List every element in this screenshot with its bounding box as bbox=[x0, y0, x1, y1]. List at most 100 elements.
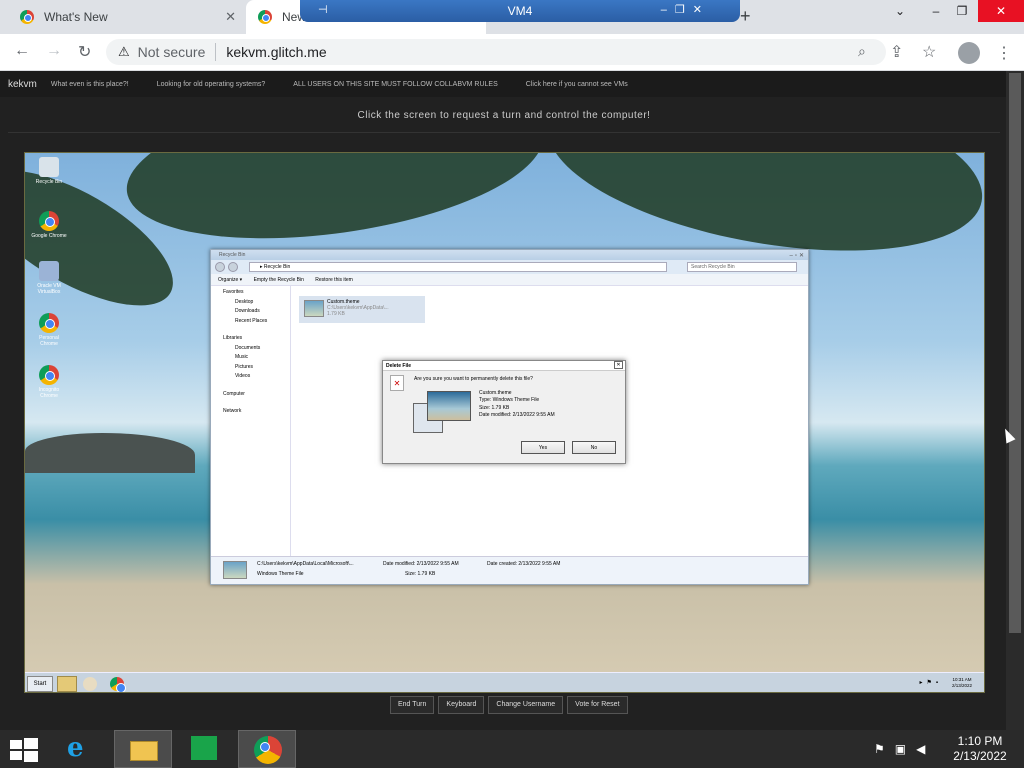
tab-label: What's New bbox=[44, 10, 108, 24]
explorer-path[interactable]: ▸ Recycle Bin bbox=[249, 262, 667, 272]
yes-button[interactable]: Yes bbox=[521, 441, 565, 454]
nav-network[interactable]: Network bbox=[223, 407, 290, 417]
browser-toolbar: ← → ↻ ⚠ Not secure kekvm.glitch.me ⌕ ⇪ ☆… bbox=[0, 34, 1024, 71]
tab-whats-new[interactable]: What's New ✕ bbox=[8, 0, 246, 34]
profile-avatar[interactable] bbox=[958, 42, 980, 64]
desktop-icon-incognito-chrome[interactable]: Incognito Chrome bbox=[31, 365, 67, 399]
site-nav: kekvm What even is this place?! Looking … bbox=[0, 71, 1006, 97]
reload-icon[interactable]: ↻ bbox=[78, 42, 91, 62]
divider bbox=[215, 43, 217, 61]
security-label[interactable]: Not secure bbox=[138, 44, 206, 60]
new-tab-button[interactable]: + bbox=[740, 6, 751, 27]
taskbar-store-button[interactable] bbox=[176, 730, 234, 768]
delete-file-dialog[interactable]: Delete File ✕ ✕ Are you sure you want to… bbox=[382, 360, 626, 464]
command-bar: Organize ▾ Empty the Recycle Bin Restore… bbox=[211, 274, 808, 286]
menu-icon[interactable]: ⋮ bbox=[996, 43, 1012, 63]
nav-recent-places[interactable]: Recent Places bbox=[223, 317, 290, 327]
desktop-icon-virtualbox[interactable]: Oracle VM VirtualBox bbox=[31, 261, 67, 295]
nav-link-rules[interactable]: ALL USERS ON THIS SITE MUST FOLLOW COLLA… bbox=[293, 81, 497, 88]
media-player-icon[interactable] bbox=[83, 677, 97, 691]
rock-island bbox=[25, 433, 195, 473]
zoom-icon[interactable]: ⌕ bbox=[858, 43, 866, 60]
host-taskbar: e ⚑▣◀ 1:10 PM 2/13/2022 bbox=[0, 730, 1024, 768]
nav-documents[interactable]: Documents bbox=[223, 344, 290, 354]
end-turn-button[interactable]: End Turn bbox=[390, 696, 435, 714]
star-icon[interactable]: ☆ bbox=[922, 42, 936, 62]
taskbar-explorer-button[interactable] bbox=[114, 730, 172, 768]
close-icon[interactable]: ✕ bbox=[614, 361, 623, 369]
url-text[interactable]: kekvm.glitch.me bbox=[226, 44, 326, 60]
share-icon[interactable]: ⇪ bbox=[890, 42, 903, 62]
detail-type: Windows Theme File bbox=[257, 571, 304, 577]
vm-window-titlebar[interactable]: ⊣ VM4 –❐✕ bbox=[300, 0, 740, 22]
change-username-button[interactable]: Change Username bbox=[488, 696, 564, 714]
nav-favorites[interactable]: Favorites bbox=[223, 288, 290, 298]
chevron-down-icon[interactable]: ⌄ bbox=[884, 0, 916, 22]
file-info: Custom.theme Type: Windows Theme File Si… bbox=[479, 390, 555, 419]
maximize-icon[interactable]: ❐ bbox=[946, 0, 978, 22]
nav-link-about[interactable]: What even is this place?! bbox=[51, 81, 129, 88]
start-button[interactable]: Start bbox=[27, 676, 53, 692]
empty-recycle-bin-button[interactable]: Empty the Recycle Bin bbox=[254, 277, 304, 283]
dialog-titlebar[interactable]: Delete File ✕ bbox=[383, 361, 625, 371]
detail-size: Size: 1.79 KB bbox=[405, 571, 436, 577]
page-scrollbar[interactable] bbox=[1006, 71, 1024, 730]
web-page: kekvm What even is this place?! Looking … bbox=[0, 71, 1006, 730]
detail-path: C:\Users\kekvm\AppData\Local\Microsoft\.… bbox=[257, 561, 354, 567]
no-button[interactable]: No bbox=[572, 441, 616, 454]
taskbar-ie-button[interactable]: e bbox=[52, 730, 110, 768]
forward-icon[interactable] bbox=[228, 262, 238, 272]
window-titlebar[interactable]: Recycle Bin –▫✕ bbox=[211, 250, 808, 260]
system-tray[interactable]: ▸⚑▪ bbox=[919, 679, 942, 686]
host-clock[interactable]: 1:10 PM 2/13/2022 bbox=[944, 734, 1016, 764]
desktop-icon-recycle-bin[interactable]: Recycle Bin bbox=[31, 157, 67, 185]
nav-music[interactable]: Music bbox=[223, 353, 290, 363]
site-brand[interactable]: kekvm bbox=[8, 79, 37, 90]
keyboard-button[interactable]: Keyboard bbox=[438, 696, 485, 714]
address-bar[interactable]: ⚠ Not secure kekvm.glitch.me ⌕ bbox=[106, 39, 886, 65]
pin-icon[interactable]: ⊣ bbox=[318, 3, 328, 16]
chrome-icon[interactable] bbox=[110, 677, 126, 692]
restore-item-button[interactable]: Restore this item bbox=[315, 277, 353, 283]
nav-videos[interactable]: Videos bbox=[223, 372, 290, 382]
nav-libraries[interactable]: Libraries bbox=[223, 334, 290, 344]
forward-icon[interactable]: → bbox=[46, 42, 62, 60]
detail-modified: Date modified: 2/13/2022 9:55 AM bbox=[383, 561, 459, 567]
guest-clock[interactable]: 10:31 AM 2/13/2022 bbox=[952, 677, 972, 689]
nav-computer[interactable]: Computer bbox=[223, 390, 290, 400]
scrollbar-thumb[interactable] bbox=[1009, 73, 1021, 633]
organize-button[interactable]: Organize ▾ bbox=[218, 277, 242, 283]
store-icon bbox=[191, 736, 217, 760]
desktop-icon-chrome[interactable]: Google Chrome bbox=[31, 211, 67, 239]
back-icon[interactable] bbox=[215, 262, 225, 272]
close-window-icon[interactable]: ✕ bbox=[978, 0, 1024, 22]
warning-icon[interactable]: ⚠ bbox=[118, 44, 130, 60]
detail-created: Date created: 2/13/2022 9:55 AM bbox=[487, 561, 561, 567]
close-icon[interactable]: ✕ bbox=[225, 9, 236, 25]
nav-desktop[interactable]: Desktop bbox=[223, 298, 290, 308]
nav-pictures[interactable]: Pictures bbox=[223, 363, 290, 373]
nav-link-old-os[interactable]: Looking for old operating systems? bbox=[157, 81, 266, 88]
dialog-question: Are you sure you want to permanently del… bbox=[414, 376, 533, 382]
nav-link-help[interactable]: Click here if you cannot see VMs bbox=[526, 81, 628, 88]
back-icon[interactable]: ← bbox=[14, 42, 30, 60]
taskbar-chrome-button[interactable] bbox=[238, 730, 296, 768]
vm-window-title: VM4 bbox=[507, 4, 533, 18]
vote-reset-button[interactable]: Vote for Reset bbox=[567, 696, 628, 714]
explorer-search-input[interactable]: Search Recycle Bin bbox=[687, 262, 797, 272]
folder-icon[interactable] bbox=[57, 676, 77, 692]
vm-screen[interactable]: Recycle Bin Google Chrome Oracle VM Virt… bbox=[24, 152, 985, 693]
palm-fronds bbox=[117, 153, 553, 262]
chrome-icon bbox=[254, 736, 282, 764]
chrome-icon bbox=[39, 365, 59, 385]
delete-warning-icon: ✕ bbox=[390, 375, 404, 391]
host-date: 2/13/2022 bbox=[953, 749, 1007, 763]
windows-start-icon[interactable] bbox=[10, 738, 38, 762]
guest-taskbar: Start ▸⚑▪ 10:31 AM 2/13/2022 bbox=[25, 672, 984, 692]
vm-window-controls[interactable]: –❐✕ bbox=[661, 3, 710, 16]
host-system-tray[interactable]: ⚑▣◀ bbox=[874, 742, 935, 756]
file-item-custom-theme[interactable]: Custom.theme C:\Users\kekvm\AppData\... … bbox=[299, 296, 425, 323]
desktop-icon-personal-chrome[interactable]: Personal Chrome bbox=[31, 313, 67, 347]
nav-downloads[interactable]: Downloads bbox=[223, 307, 290, 317]
window-title: Recycle Bin bbox=[219, 252, 246, 258]
